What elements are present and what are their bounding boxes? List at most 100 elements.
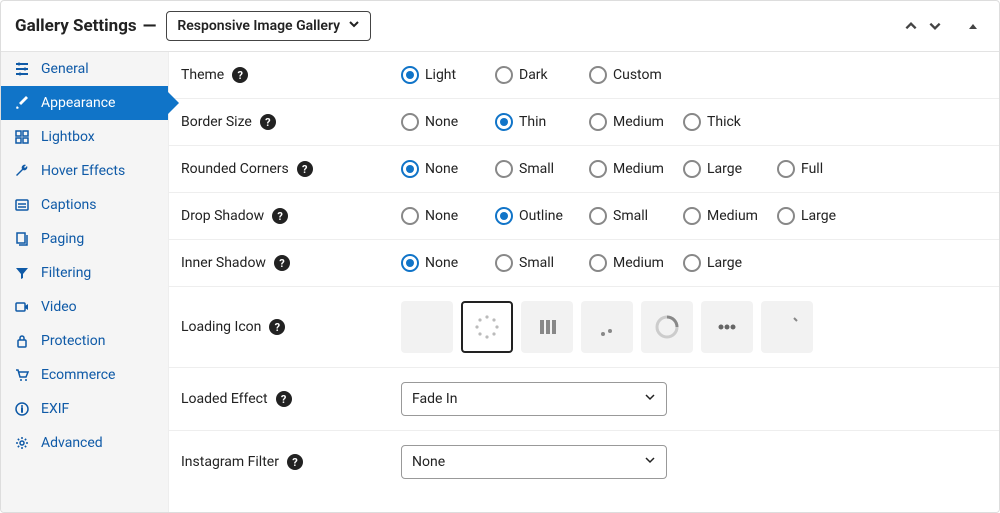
sidebar-item-paging[interactable]: Paging: [1, 222, 168, 256]
radio-option[interactable]: None: [401, 160, 495, 178]
radio-icon: [589, 254, 607, 272]
sidebar-item-appearance[interactable]: Appearance: [1, 86, 168, 120]
grid-icon: [13, 129, 31, 145]
row-loading-icon: Loading Icon ?: [169, 287, 999, 368]
help-icon[interactable]: ?: [260, 114, 276, 130]
settings-main: Theme ? LightDarkCustom Border Size ? No…: [169, 52, 999, 512]
help-icon[interactable]: ?: [276, 391, 292, 407]
radio-label: Medium: [613, 255, 664, 271]
radio-option[interactable]: None: [401, 113, 495, 131]
radio-icon: [777, 160, 795, 178]
radio-icon: [401, 66, 419, 84]
radio-option[interactable]: Small: [589, 207, 683, 225]
radio-icon: [495, 160, 513, 178]
radio-label: Small: [519, 255, 554, 271]
settings-panel: Gallery Settings — Responsive Image Gall…: [0, 0, 1000, 513]
help-icon[interactable]: ?: [274, 255, 290, 271]
sidebar-item-label: Appearance: [41, 95, 115, 111]
collapse-toggle[interactable]: —: [143, 16, 157, 37]
radio-icon: [495, 113, 513, 131]
sidebar: General Appearance Lightbox Hover Effect…: [1, 52, 169, 512]
sidebar-item-filtering[interactable]: Filtering: [1, 256, 168, 290]
radio-option[interactable]: Custom: [589, 66, 683, 84]
radio-option[interactable]: Small: [495, 160, 589, 178]
radio-label: Small: [613, 208, 648, 224]
sidebar-item-protection[interactable]: Protection: [1, 324, 168, 358]
loading-icon-ellipsis[interactable]: [701, 301, 753, 353]
sidebar-item-exif[interactable]: EXIF: [1, 392, 168, 426]
gear-icon: [13, 435, 31, 451]
radio-label: Custom: [613, 67, 662, 83]
sidebar-item-advanced[interactable]: Advanced: [1, 426, 168, 460]
dropshadow-options: NoneOutline Small Medium Large: [401, 207, 987, 225]
brush-icon: [13, 95, 31, 111]
sidebar-item-general[interactable]: General: [1, 52, 168, 86]
radio-icon: [683, 160, 701, 178]
radio-option[interactable]: Dark: [495, 66, 589, 84]
help-icon[interactable]: ?: [272, 208, 288, 224]
radio-icon: [495, 66, 513, 84]
sidebar-item-hover-effects[interactable]: Hover Effects: [1, 154, 168, 188]
radio-label: None: [425, 114, 458, 130]
radio-option[interactable]: Thick: [683, 113, 777, 131]
radio-icon: [401, 254, 419, 272]
radio-label: Medium: [707, 208, 758, 224]
radio-label: None: [425, 161, 458, 177]
sidebar-item-label: Video: [41, 299, 77, 315]
radio-label: Large: [801, 208, 836, 224]
move-down-icon[interactable]: [923, 19, 947, 33]
innershadow-options: None Small Medium Large: [401, 254, 987, 272]
sidebar-item-label: Hover Effects: [41, 163, 125, 179]
loading-icon-none[interactable]: [401, 301, 453, 353]
sliders-icon: [13, 61, 31, 77]
help-icon[interactable]: ?: [287, 454, 303, 470]
radio-icon: [683, 254, 701, 272]
panel-collapse-icon[interactable]: [961, 20, 985, 32]
panel-body: General Appearance Lightbox Hover Effect…: [1, 52, 999, 512]
radio-option[interactable]: Thin: [495, 113, 589, 131]
sidebar-item-label: General: [41, 61, 89, 77]
sidebar-item-ecommerce[interactable]: Ecommerce: [1, 358, 168, 392]
panel-header: Gallery Settings — Responsive Image Gall…: [1, 1, 999, 52]
radio-option[interactable]: Large: [777, 207, 871, 225]
radio-option[interactable]: Outline: [495, 207, 589, 225]
instagram-filter-select[interactable]: None: [401, 445, 667, 479]
radio-option[interactable]: Medium: [589, 254, 683, 272]
loaded-effect-select[interactable]: Fade In: [401, 382, 667, 416]
radio-option[interactable]: Medium: [589, 160, 683, 178]
radio-option[interactable]: None: [401, 207, 495, 225]
radio-option[interactable]: Small: [495, 254, 589, 272]
radio-option[interactable]: Full: [777, 160, 871, 178]
gallery-select-dropdown[interactable]: Responsive Image Gallery: [166, 11, 371, 41]
radio-option[interactable]: Medium: [589, 113, 683, 131]
sidebar-item-captions[interactable]: Captions: [1, 188, 168, 222]
row-drop-shadow: Drop Shadow ? NoneOutlineSmallMediumLarg…: [169, 193, 999, 240]
gallery-select-value: Responsive Image Gallery: [177, 18, 340, 34]
radio-option[interactable]: Light: [401, 66, 495, 84]
chevron-down-icon: [644, 454, 656, 470]
radio-option[interactable]: Large: [683, 254, 777, 272]
radio-label: Large: [707, 255, 742, 271]
loading-icon-ring[interactable]: [641, 301, 693, 353]
help-icon[interactable]: ?: [232, 67, 248, 83]
pages-icon: [13, 231, 31, 247]
sidebar-item-video[interactable]: Video: [1, 290, 168, 324]
select-value: Fade In: [412, 391, 457, 407]
loading-icon-bouncing-dots[interactable]: [581, 301, 633, 353]
radio-label: Large: [707, 161, 742, 177]
radio-option[interactable]: Medium: [683, 207, 777, 225]
row-rounded-corners: Rounded Corners ? None SmallMedium Large Fu…: [169, 146, 999, 193]
loading-icon-bars[interactable]: [521, 301, 573, 353]
loading-icon-spinner-dots[interactable]: [461, 301, 513, 353]
sidebar-item-lightbox[interactable]: Lightbox: [1, 120, 168, 154]
radio-option[interactable]: None: [401, 254, 495, 272]
move-up-icon[interactable]: [899, 19, 923, 33]
info-icon: [13, 401, 31, 417]
radio-option[interactable]: Large: [683, 160, 777, 178]
chevron-down-icon: [644, 391, 656, 407]
help-icon[interactable]: ?: [297, 161, 313, 177]
field-label: Rounded Corners: [181, 161, 289, 177]
loading-icon-corner[interactable]: [761, 301, 813, 353]
field-label: Inner Shadow: [181, 255, 266, 271]
help-icon[interactable]: ?: [269, 319, 285, 335]
